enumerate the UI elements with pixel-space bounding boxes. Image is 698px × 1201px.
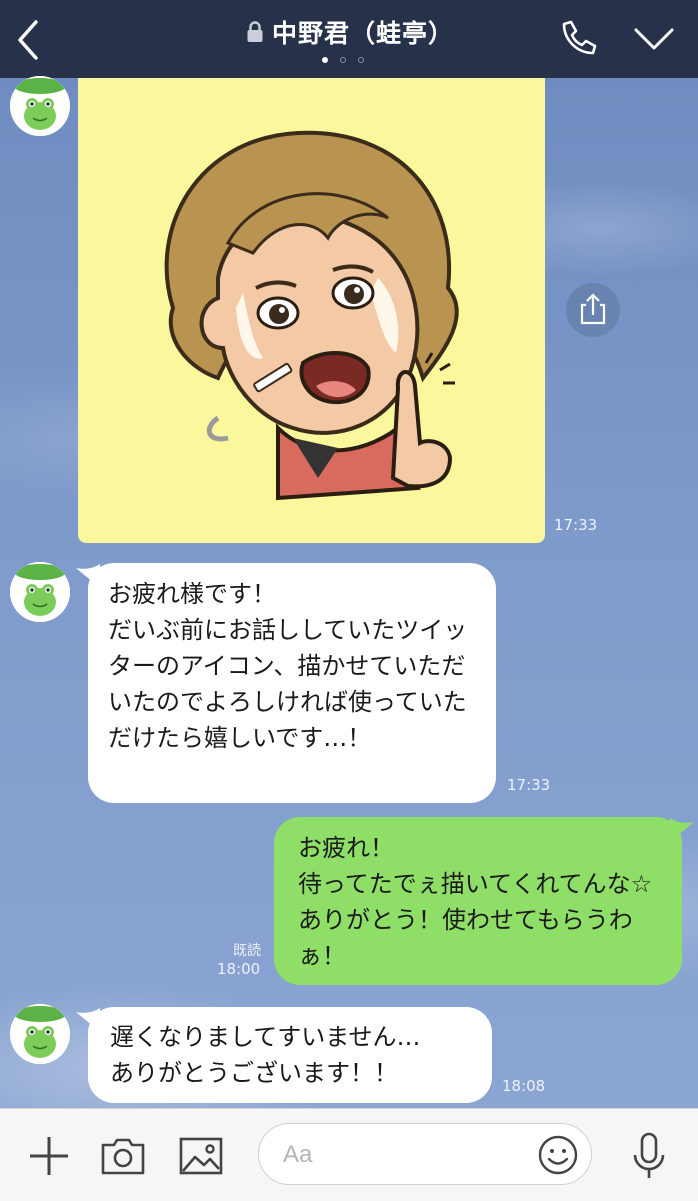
message-time: 18:08 [502, 1077, 546, 1095]
frog-avatar-icon [10, 76, 70, 136]
chevron-left-icon [18, 20, 38, 60]
image-button[interactable] [176, 1131, 226, 1181]
share-icon [580, 293, 606, 325]
lock-icon [247, 21, 263, 42]
emoji-button[interactable] [537, 1134, 579, 1176]
message-bubble[interactable]: 遅くなりましてすいません… ありがとうございます！！ [88, 1007, 492, 1103]
frog-avatar-icon [10, 1004, 70, 1064]
message-time: 17:33 [554, 516, 598, 534]
chevron-down-icon [634, 28, 674, 50]
page-indicator [322, 57, 364, 63]
chat-title: 中野君（蛙亭） [271, 19, 454, 48]
image-message[interactable] [78, 78, 545, 543]
input-toolbar [0, 1108, 698, 1201]
microphone-icon [633, 1132, 665, 1178]
message-input[interactable] [281, 1136, 525, 1174]
page-dot [340, 57, 346, 63]
call-button[interactable] [555, 18, 599, 58]
avatar[interactable] [10, 562, 70, 622]
share-button[interactable] [566, 283, 620, 337]
add-button[interactable] [24, 1131, 74, 1181]
voice-button[interactable] [624, 1131, 674, 1181]
menu-button[interactable] [632, 24, 676, 54]
chat-title-area[interactable]: 中野君（蛙亭） [150, 14, 550, 50]
camera-button[interactable] [98, 1131, 148, 1181]
chat-header: 中野君（蛙亭） [0, 0, 698, 78]
page-dot [322, 57, 328, 63]
message-time: 18:00 [217, 960, 261, 978]
phone-icon [562, 20, 597, 55]
portrait-illustration [164, 130, 459, 501]
message-input-box[interactable] [258, 1123, 592, 1185]
message-time: 17:33 [507, 776, 551, 794]
avatar[interactable] [10, 1004, 70, 1064]
message-bubble[interactable]: お疲れ！ 待ってたでぇ描いてくれてんな☆ありがとう！使わせてもらうわぁ！ [274, 817, 682, 985]
avatar[interactable] [10, 76, 70, 136]
camera-icon [101, 1138, 145, 1175]
frog-avatar-icon [10, 562, 70, 622]
read-receipt: 既読 [233, 943, 261, 959]
image-icon [179, 1137, 223, 1175]
plus-icon [30, 1137, 68, 1175]
back-button[interactable] [10, 14, 50, 64]
page-dot [358, 57, 364, 63]
message-bubble[interactable]: お疲れ様です！ だいぶ前にお話ししていたツイッターのアイコン、描かせていただいた… [88, 563, 496, 803]
smiley-icon [538, 1135, 578, 1175]
